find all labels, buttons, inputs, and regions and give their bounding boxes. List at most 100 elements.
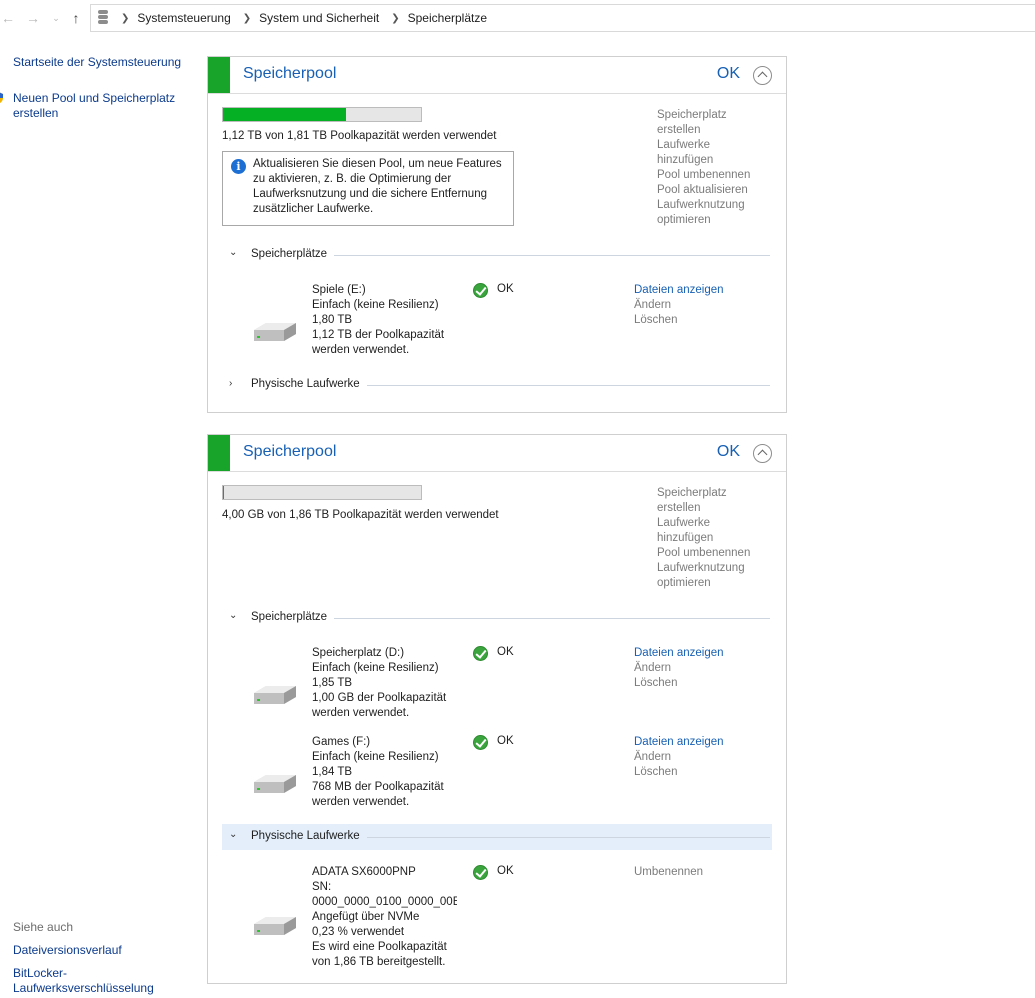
file-history-link[interactable]: Dateiversionsverlauf <box>13 943 122 958</box>
space-usage: werden verwendet. <box>312 344 410 356</box>
ok-check-icon <box>473 646 488 661</box>
space-name: Speicherplatz (D:) <box>312 647 405 659</box>
create-space-action[interactable]: erstellen <box>657 123 767 138</box>
delete-action: Löschen <box>634 314 678 326</box>
breadcrumb: ❯ Systemsteuerung ❯ System und Sicherhei… <box>95 5 487 31</box>
new-pool-link-line2[interactable]: erstellen <box>13 106 183 121</box>
chevron-down-icon[interactable]: ⌄ <box>229 247 237 258</box>
space-usage: 1,12 TB der Poolkapazität <box>312 329 445 341</box>
storage-spaces-section-header[interactable]: ⌄ Speicherplätze <box>222 245 772 265</box>
create-space-action[interactable]: Speicherplatz <box>657 486 767 501</box>
view-files-link[interactable]: Dateien anzeigen <box>634 283 724 298</box>
add-drives-action[interactable]: Laufwerke <box>657 516 767 531</box>
space-size: 1,85 TB <box>312 677 353 689</box>
storage-space-details: Games (F:) Einfach (keine Resilienz) 1,8… <box>312 735 462 810</box>
storage-pool-panel: Speicherpool OK 4,00 GB von 1,86 TB Pool… <box>207 434 787 984</box>
up-arrow-icon[interactable]: ↑ <box>68 9 84 27</box>
bitlocker-link[interactable]: BitLocker- Laufwerksverschlüsselung <box>13 966 183 996</box>
space-usage: 768 MB der Poolkapazität <box>312 781 444 793</box>
space-size: 1,84 TB <box>312 766 353 778</box>
breadcrumb-separator-icon[interactable]: ❯ <box>391 13 399 24</box>
pool-accent-bar <box>208 57 230 93</box>
rename-pool-action[interactable]: Pool umbenennen <box>657 546 767 561</box>
optimize-drive-usage-action[interactable]: optimieren <box>657 576 767 591</box>
pool-actions: Speicherplatz erstellen Laufwerke hinzuf… <box>657 486 767 591</box>
drive-icon <box>254 686 296 704</box>
space-usage: 1,00 GB der Poolkapazität <box>312 692 447 704</box>
breadcrumb-separator-icon[interactable]: ❯ <box>121 13 129 24</box>
pool-accent-bar <box>208 435 230 471</box>
storage-space-item: Spiele (E:) Einfach (keine Resilienz) 1,… <box>208 283 786 363</box>
add-drives-action[interactable]: Laufwerke <box>657 138 767 153</box>
section-label: Physische Laufwerke <box>251 378 360 390</box>
physical-drives-section-header[interactable]: › Physische Laufwerke <box>222 375 772 395</box>
pool-status: OK <box>716 443 740 460</box>
drive-capacity: von 1,86 TB bereitgestellt. <box>312 956 446 968</box>
physical-drive-item: ADATA SX6000PNP SN: 0000_0000_0100_0000_… <box>208 865 786 975</box>
rename-pool-action[interactable]: Pool umbenennen <box>657 168 767 183</box>
delete-action: Löschen <box>634 766 678 778</box>
forward-arrow-icon[interactable]: → <box>25 9 41 27</box>
drive-serial-label: SN: <box>312 881 332 893</box>
space-name: Spiele (E:) <box>312 284 366 296</box>
view-files-link[interactable]: Dateien anzeigen <box>634 735 724 750</box>
chevron-right-icon[interactable]: › <box>229 378 232 389</box>
add-drives-action[interactable]: hinzufügen <box>657 531 767 546</box>
see-also-heading: Siehe auch <box>13 920 74 934</box>
optimize-drive-usage-action[interactable]: Laufwerknutzung <box>657 198 767 213</box>
storage-spaces-section-header[interactable]: ⌄ Speicherplätze <box>222 608 772 628</box>
optimize-drive-usage-action[interactable]: optimieren <box>657 213 767 228</box>
control-panel-home-link[interactable]: Startseite der Systemsteuerung <box>13 55 181 70</box>
optimize-drive-usage-action[interactable]: Laufwerknutzung <box>657 561 767 576</box>
drive-status-text: OK <box>497 865 514 877</box>
view-files-link[interactable]: Dateien anzeigen <box>634 646 724 661</box>
space-resiliency: Einfach (keine Resilienz) <box>312 751 439 763</box>
space-status-text: OK <box>497 735 514 747</box>
chevron-down-icon[interactable]: ⌄ <box>229 610 237 621</box>
breadcrumb-systemsteuerung[interactable]: Systemsteuerung <box>137 11 230 25</box>
drive-icon <box>254 323 296 341</box>
drive-bus: Angefügt über NVMe <box>312 911 420 923</box>
new-pool-link-line1[interactable]: Neuen Pool und Speicherplatz <box>13 91 183 106</box>
control-panel-icon <box>97 10 109 26</box>
section-label: Physische Laufwerke <box>251 830 360 842</box>
upgrade-info-box: i Aktualisieren Sie diesen Pool, um neue… <box>222 151 514 226</box>
storage-space-item: Speicherplatz (D:) Einfach (keine Resili… <box>208 646 786 726</box>
section-label: Speicherplätze <box>251 611 328 623</box>
recent-locations-chevron-icon[interactable]: ⌄ <box>48 9 64 27</box>
change-action: Ändern <box>634 299 672 311</box>
bitlocker-link-line1[interactable]: BitLocker- <box>13 966 183 981</box>
chevron-down-icon[interactable]: ⌄ <box>229 829 237 840</box>
physical-drives-section-header[interactable]: ⌄ Physische Laufwerke <box>222 824 772 850</box>
pool-usage-bar-fill <box>223 108 346 121</box>
info-line: zusätzlicher Laufwerke. <box>253 203 374 215</box>
collapse-chevron-icon[interactable] <box>753 66 772 85</box>
uac-shield-icon <box>0 92 3 104</box>
bitlocker-link-line2[interactable]: Laufwerksverschlüsselung <box>13 981 183 996</box>
drive-model: ADATA SX6000PNP <box>312 866 416 878</box>
pool-title: Speicherpool <box>243 65 337 82</box>
add-drives-action[interactable]: hinzufügen <box>657 153 767 168</box>
pool-status: OK <box>716 65 740 82</box>
pool-usage-bar <box>222 107 422 122</box>
back-arrow-icon[interactable]: ← <box>0 9 16 27</box>
section-divider <box>367 837 770 838</box>
address-box[interactable]: ❯ Systemsteuerung ❯ System und Sicherhei… <box>90 4 1035 32</box>
create-space-action[interactable]: Speicherplatz <box>657 108 767 123</box>
create-space-action[interactable]: erstellen <box>657 501 767 516</box>
drive-icon <box>254 775 296 793</box>
info-line: Laufwerksnutzung und die sichere Entfern… <box>253 188 487 200</box>
breadcrumb-speicherplaetze[interactable]: Speicherplätze <box>408 11 487 25</box>
delete-action: Löschen <box>634 677 678 689</box>
upgrade-pool-action[interactable]: Pool aktualisieren <box>657 183 767 198</box>
section-divider <box>334 618 770 619</box>
new-pool-link[interactable]: Neuen Pool und Speicherplatz erstellen <box>13 91 183 121</box>
collapse-chevron-icon[interactable] <box>753 444 772 463</box>
drive-icon <box>254 917 296 935</box>
space-resiliency: Einfach (keine Resilienz) <box>312 662 439 674</box>
space-status-text: OK <box>497 283 514 295</box>
change-action: Ändern <box>634 662 672 674</box>
breadcrumb-system-und-sicherheit[interactable]: System und Sicherheit <box>259 11 379 25</box>
breadcrumb-separator-icon[interactable]: ❯ <box>243 13 251 24</box>
ok-check-icon <box>473 283 488 298</box>
